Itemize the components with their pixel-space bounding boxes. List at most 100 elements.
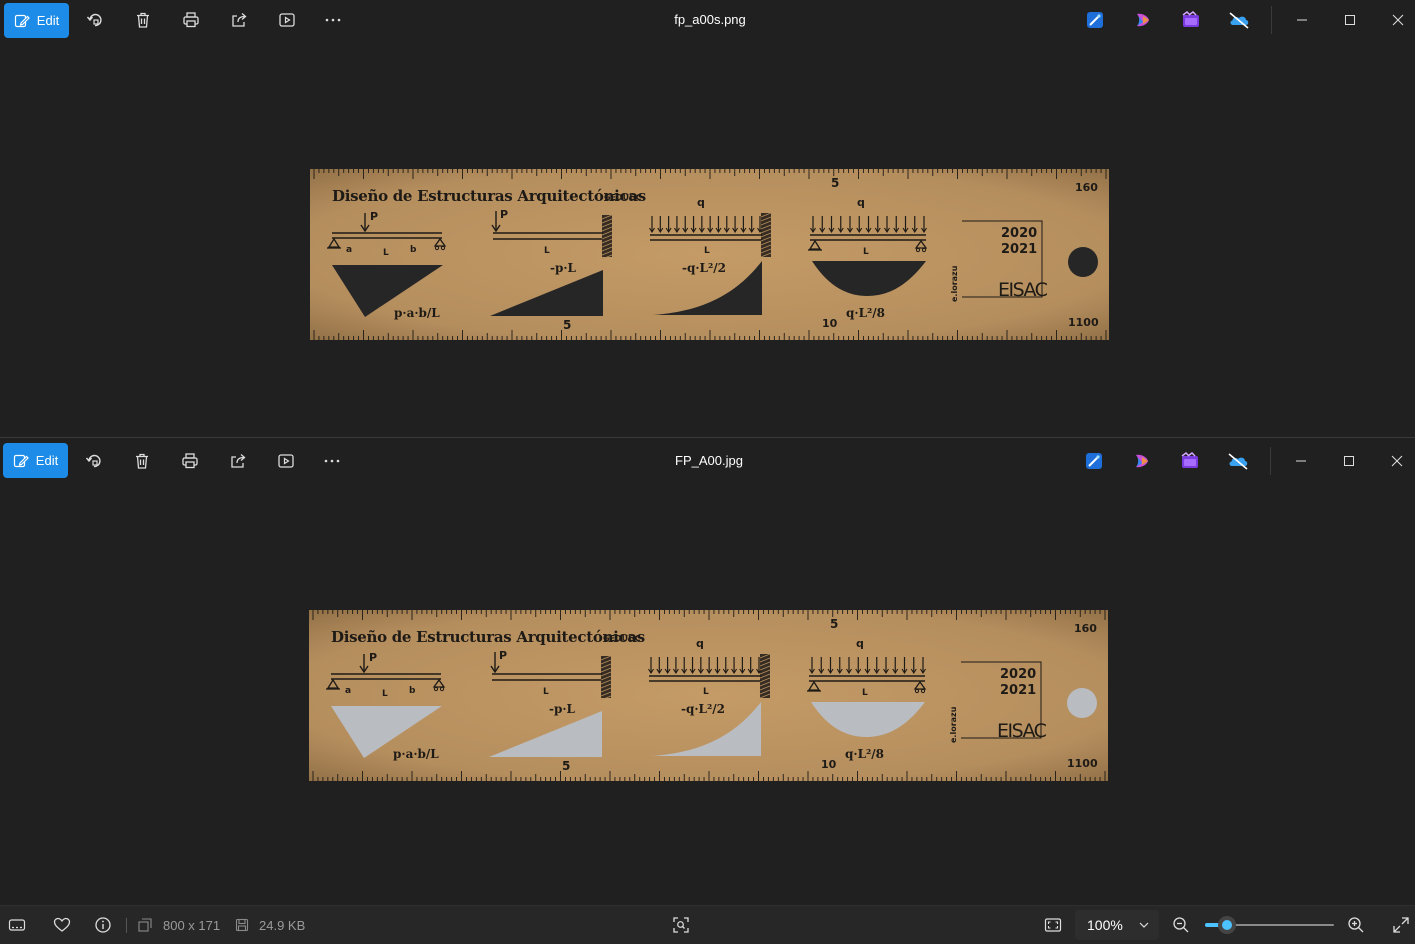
ruler-title: Diseño de Estructuras Arquitectónicas	[331, 628, 645, 646]
dim-label-L: L	[863, 247, 869, 257]
minimize-icon[interactable]	[1282, 6, 1322, 34]
zoom-dropdown[interactable]: 100%	[1075, 910, 1159, 940]
file-title: FP_A00.jpg	[675, 453, 743, 468]
zoom-slider-thumb[interactable]	[1217, 916, 1236, 934]
zoom-value: 100%	[1087, 917, 1123, 933]
load-label-p: P	[499, 649, 507, 662]
rotate-icon[interactable]	[83, 8, 107, 32]
zoom-slider[interactable]	[1205, 916, 1334, 934]
favorite-icon[interactable]	[53, 916, 71, 934]
hanging-hole	[1068, 247, 1098, 277]
ruler-image: Diseño de Estructuras ArquitectónicasGED…	[309, 610, 1108, 781]
dim-label-a: a	[346, 245, 352, 255]
edit-label: Edit	[36, 13, 60, 28]
dim-label-L: L	[703, 687, 709, 697]
image-preview[interactable]: Diseño de Estructuras Arquitectónicas GED…	[310, 169, 1109, 340]
clipchamp-icon[interactable]	[1179, 450, 1201, 472]
formula-4: q·L²/8	[846, 306, 885, 320]
formula-1: p·a·b/L	[394, 306, 440, 320]
rotate-icon[interactable]	[82, 449, 106, 473]
more-icon[interactable]	[321, 8, 345, 32]
toolbar-divider	[1271, 6, 1272, 34]
ruler-mark-10: 10	[821, 758, 837, 771]
close-icon[interactable]	[1378, 6, 1415, 34]
image-dimensions: 800 x 171	[163, 918, 221, 933]
delete-icon[interactable]	[131, 8, 155, 32]
formula-3: -q·L²/2	[681, 702, 725, 716]
edit-icon	[13, 453, 29, 469]
ruler-mark-5-top: 5	[830, 617, 838, 631]
onedrive-off-icon[interactable]	[1228, 9, 1250, 31]
formula-4: q·L²/8	[845, 747, 884, 761]
edit-button[interactable]: Edit	[3, 443, 68, 478]
zoom-in-icon[interactable]	[1347, 916, 1365, 934]
maximize-icon[interactable]	[1330, 6, 1370, 34]
dim-label-L: L	[704, 246, 710, 256]
formula-2: -p·L	[550, 261, 577, 275]
dim-label-b: b	[409, 686, 416, 696]
load-label-q: q	[856, 637, 864, 650]
edit-label: Edit	[35, 453, 59, 468]
maximize-icon[interactable]	[1329, 447, 1369, 475]
slideshow-icon[interactable]	[275, 8, 299, 32]
filmstrip-icon[interactable]	[8, 916, 26, 934]
viewer-window-top: Edit fp_a00s.png Diseño de Estructuras A…	[0, 0, 1415, 437]
load-label-p: P	[500, 208, 508, 221]
load-label-p: P	[370, 210, 378, 223]
hanging-hole	[1067, 688, 1097, 718]
filesize-icon	[234, 917, 250, 933]
print-icon[interactable]	[179, 8, 203, 32]
author-signature: e.lorazu	[949, 706, 958, 743]
minimize-icon[interactable]	[1281, 447, 1321, 475]
ruler-mark-160: 160	[1075, 181, 1098, 194]
photo-editor-icon[interactable]	[1083, 450, 1105, 472]
toolbar-divider	[1270, 447, 1271, 475]
dim-label-L: L	[543, 687, 549, 697]
formula-2: -p·L	[549, 702, 576, 716]
year-top: 2020	[1001, 226, 1037, 241]
visual-search-icon[interactable]	[672, 916, 690, 934]
delete-icon[interactable]	[130, 449, 154, 473]
fullscreen-icon[interactable]	[1392, 916, 1410, 934]
author-signature: e.lorazu	[950, 265, 959, 302]
share-icon[interactable]	[226, 449, 250, 473]
dim-label-a: a	[345, 686, 351, 696]
photo-editor-icon[interactable]	[1084, 9, 1106, 31]
copilot-icon[interactable]	[1131, 450, 1153, 472]
dim-label-L: L	[382, 689, 388, 699]
dim-label-b: b	[410, 245, 417, 255]
ruler-mark-10: 10	[822, 317, 838, 330]
load-label-q: q	[696, 637, 704, 650]
toolbar: Edit FP_A00.jpg	[0, 441, 1415, 481]
slideshow-icon[interactable]	[274, 449, 298, 473]
ruler-mark-1100: 1100	[1068, 316, 1099, 329]
status-bar: 800 x 171 24.9 KB 100%	[0, 905, 1415, 944]
dim-label-L: L	[862, 688, 868, 698]
ruler-title: Diseño de Estructuras Arquitectónicas	[332, 187, 646, 205]
zoom-out-icon[interactable]	[1172, 916, 1190, 934]
edit-button[interactable]: Edit	[4, 3, 69, 38]
formula-3: -q·L²/2	[682, 261, 726, 275]
file-size: 24.9 KB	[259, 918, 306, 933]
image-preview[interactable]: Diseño de Estructuras Arquitectónicas GED…	[309, 610, 1108, 781]
edit-icon	[14, 13, 30, 29]
school-logo: EISAC	[998, 279, 1048, 301]
more-icon[interactable]	[320, 449, 344, 473]
ruler-dept: GEDUGC	[604, 193, 642, 202]
clipchamp-icon[interactable]	[1180, 9, 1202, 31]
fit-to-window-icon[interactable]	[1044, 916, 1062, 934]
chevron-down-icon	[1139, 922, 1149, 928]
info-icon[interactable]	[94, 916, 112, 934]
onedrive-off-icon[interactable]	[1227, 450, 1249, 472]
ruler-mark-5-bottom: 5	[563, 318, 571, 332]
load-label-p: P	[369, 651, 377, 664]
dim-label-L: L	[383, 248, 389, 258]
copilot-icon[interactable]	[1132, 9, 1154, 31]
print-icon[interactable]	[178, 449, 202, 473]
share-icon[interactable]	[227, 8, 251, 32]
year-bottom: 2021	[1001, 242, 1037, 257]
ruler-mark-1100: 1100	[1067, 757, 1098, 770]
ruler-mark-5-bottom: 5	[562, 759, 570, 773]
close-icon[interactable]	[1377, 447, 1415, 475]
ruler-mark-160: 160	[1074, 622, 1097, 635]
